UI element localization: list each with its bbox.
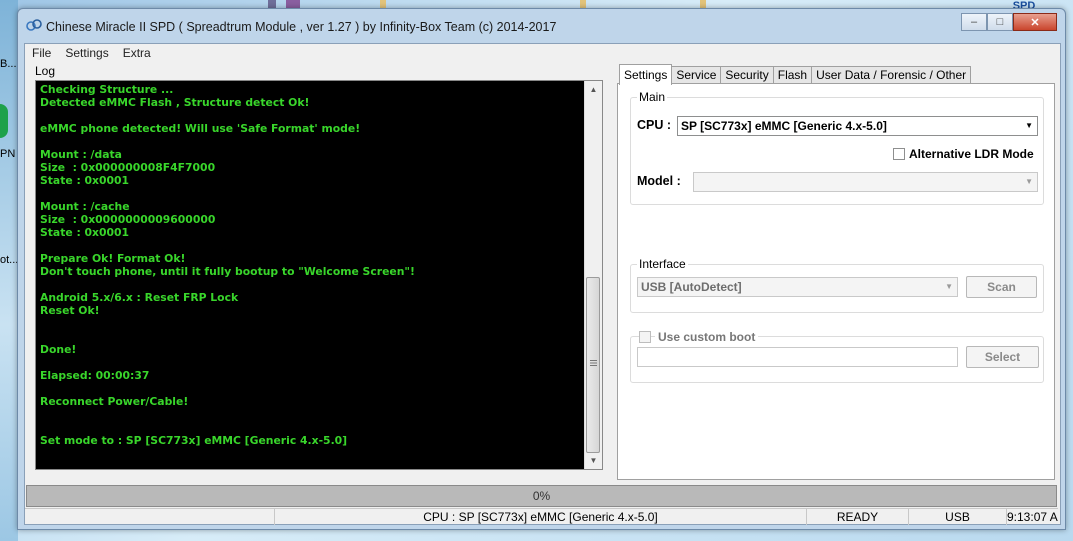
status-panel-blank	[25, 509, 275, 525]
status-bar: CPU : SP [SC773x] eMMC [Generic 4.x-5.0]…	[25, 508, 1058, 525]
select-button[interactable]: Select	[966, 346, 1039, 368]
alt-ldr-checkbox[interactable]	[893, 148, 905, 160]
interface-group-title: Interface	[637, 257, 688, 271]
desktop-strip	[0, 0, 18, 541]
log-panel[interactable]: Checking Structure ... Detected eMMC Fla…	[35, 80, 603, 470]
custom-boot-group: Use custom boot Select	[630, 330, 1044, 383]
menu-extra[interactable]: Extra	[116, 44, 158, 62]
close-button[interactable]: ✕	[1013, 13, 1057, 31]
chevron-down-icon: ▼	[1025, 121, 1033, 130]
title-bar[interactable]: Chinese Miracle II SPD ( Spreadtrum Modu…	[18, 9, 1065, 41]
desktop-green-icon	[0, 104, 8, 138]
window-controls: – □ ✕	[961, 13, 1057, 31]
status-cpu: CPU : SP [SC773x] eMMC [Generic 4.x-5.0]	[275, 509, 807, 525]
status-state: READY	[807, 509, 909, 525]
minimize-button[interactable]: –	[961, 13, 987, 31]
model-select[interactable]: ▼	[693, 172, 1038, 192]
desktop-label-1: B...	[0, 58, 17, 70]
window-title: Chinese Miracle II SPD ( Spreadtrum Modu…	[46, 20, 557, 34]
log-label: Log	[35, 64, 56, 78]
main-group: Main CPU : SP [SC773x] eMMC [Generic 4.x…	[630, 90, 1044, 205]
model-label: Model :	[637, 174, 681, 188]
menu-file[interactable]: File	[25, 44, 58, 62]
main-group-title: Main	[637, 90, 668, 104]
scan-button[interactable]: Scan	[966, 276, 1037, 298]
log-scrollbar[interactable]: ▲ ▼	[584, 81, 602, 469]
chevron-up-icon: ▲	[589, 85, 598, 94]
chevron-down-icon: ▼	[589, 456, 598, 465]
chevron-down-icon: ▼	[1025, 177, 1033, 186]
grip-icon	[590, 360, 597, 366]
scroll-down-button[interactable]: ▼	[585, 452, 602, 469]
alt-ldr-label: Alternative LDR Mode	[909, 147, 1034, 161]
tab-settings[interactable]: Settings	[619, 64, 673, 85]
interface-select[interactable]: USB [AutoDetect] ▼	[637, 277, 958, 297]
maximize-icon: □	[996, 16, 1004, 28]
custom-boot-label: Use custom boot	[655, 330, 759, 344]
app-window: Chinese Miracle II SPD ( Spreadtrum Modu…	[17, 8, 1066, 530]
progress-bar: 0%	[26, 485, 1057, 507]
custom-boot-checkbox[interactable]	[639, 331, 651, 343]
chevron-down-icon: ▼	[945, 282, 953, 291]
desktop-label-3: ot...	[0, 254, 19, 266]
custom-boot-path-input[interactable]	[637, 347, 958, 367]
tab-flash[interactable]: Flash	[772, 66, 813, 84]
settings-panel: Main CPU : SP [SC773x] eMMC [Generic 4.x…	[617, 83, 1055, 480]
scroll-thumb[interactable]	[586, 277, 600, 453]
app-icon	[26, 19, 42, 31]
scroll-up-button[interactable]: ▲	[585, 81, 602, 98]
cpu-select[interactable]: SP [SC773x] eMMC [Generic 4.x-5.0] ▼	[677, 116, 1038, 136]
desktop-label-2: PN	[0, 148, 16, 160]
status-time: 9:13:07 AM	[1007, 510, 1058, 524]
tab-service[interactable]: Service	[671, 66, 722, 84]
close-icon: ✕	[1030, 16, 1040, 29]
maximize-button[interactable]: □	[987, 13, 1013, 31]
tab-user-data[interactable]: User Data / Forensic / Other	[811, 66, 972, 84]
minimize-icon: –	[970, 16, 978, 28]
menu-bar: File Settings Extra	[25, 44, 1060, 62]
log-text: Checking Structure ... Detected eMMC Fla…	[40, 83, 415, 447]
cpu-select-value: SP [SC773x] eMMC [Generic 4.x-5.0]	[681, 119, 887, 133]
menu-settings[interactable]: Settings	[58, 44, 115, 62]
tab-bar: Settings Service Security Flash User Dat…	[619, 64, 972, 85]
progress-text: 0%	[532, 489, 551, 503]
cpu-label: CPU :	[637, 118, 672, 132]
interface-select-value: USB [AutoDetect]	[641, 280, 742, 294]
interface-group: Interface USB [AutoDetect] ▼ Scan	[630, 257, 1044, 313]
status-interface: USB	[909, 509, 1007, 525]
client-area: File Settings Extra Log Checking Structu…	[24, 43, 1061, 525]
tab-security[interactable]: Security	[720, 66, 774, 84]
